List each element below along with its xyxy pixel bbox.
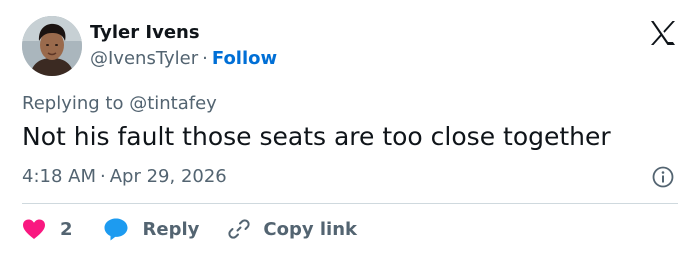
like-count: 2 <box>60 218 73 240</box>
avatar[interactable] <box>22 16 82 76</box>
x-logo-icon[interactable] <box>648 18 678 48</box>
separator-dot: · <box>100 166 106 187</box>
separator-dot: · <box>202 48 208 69</box>
reply-button[interactable]: Reply <box>103 217 228 241</box>
tweet-date[interactable]: Apr 29, 2026 <box>110 166 227 187</box>
copy-link-label: Copy link <box>263 218 357 240</box>
profile-photo-icon <box>22 16 82 76</box>
copy-link-button[interactable]: Copy link <box>227 217 357 241</box>
tweet-time[interactable]: 4:18 AM <box>22 166 96 187</box>
author-handle-row: @IvensTyler · Follow <box>90 48 277 69</box>
author-name[interactable]: Tyler Ivens <box>90 22 200 43</box>
divider <box>22 203 678 204</box>
replying-to-handle[interactable]: @tintafey <box>129 93 217 114</box>
follow-button[interactable]: Follow <box>212 48 277 69</box>
tweet-text: Not his fault those seats are too close … <box>22 122 611 151</box>
author-handle[interactable]: @IvensTyler <box>90 48 198 69</box>
action-bar: 2 Reply Copy link <box>22 216 357 242</box>
info-icon[interactable] <box>652 166 674 188</box>
replying-to-label: Replying to <box>22 93 124 114</box>
reply-bubble-icon <box>104 218 128 241</box>
heart-icon <box>23 219 45 239</box>
like-button[interactable]: 2 <box>22 218 103 240</box>
link-icon <box>228 219 251 239</box>
tweet-meta[interactable]: 4:18 AM · Apr 29, 2026 <box>22 166 227 187</box>
replying-to: Replying to @tintafey <box>22 93 217 114</box>
reply-label: Reply <box>142 218 200 240</box>
